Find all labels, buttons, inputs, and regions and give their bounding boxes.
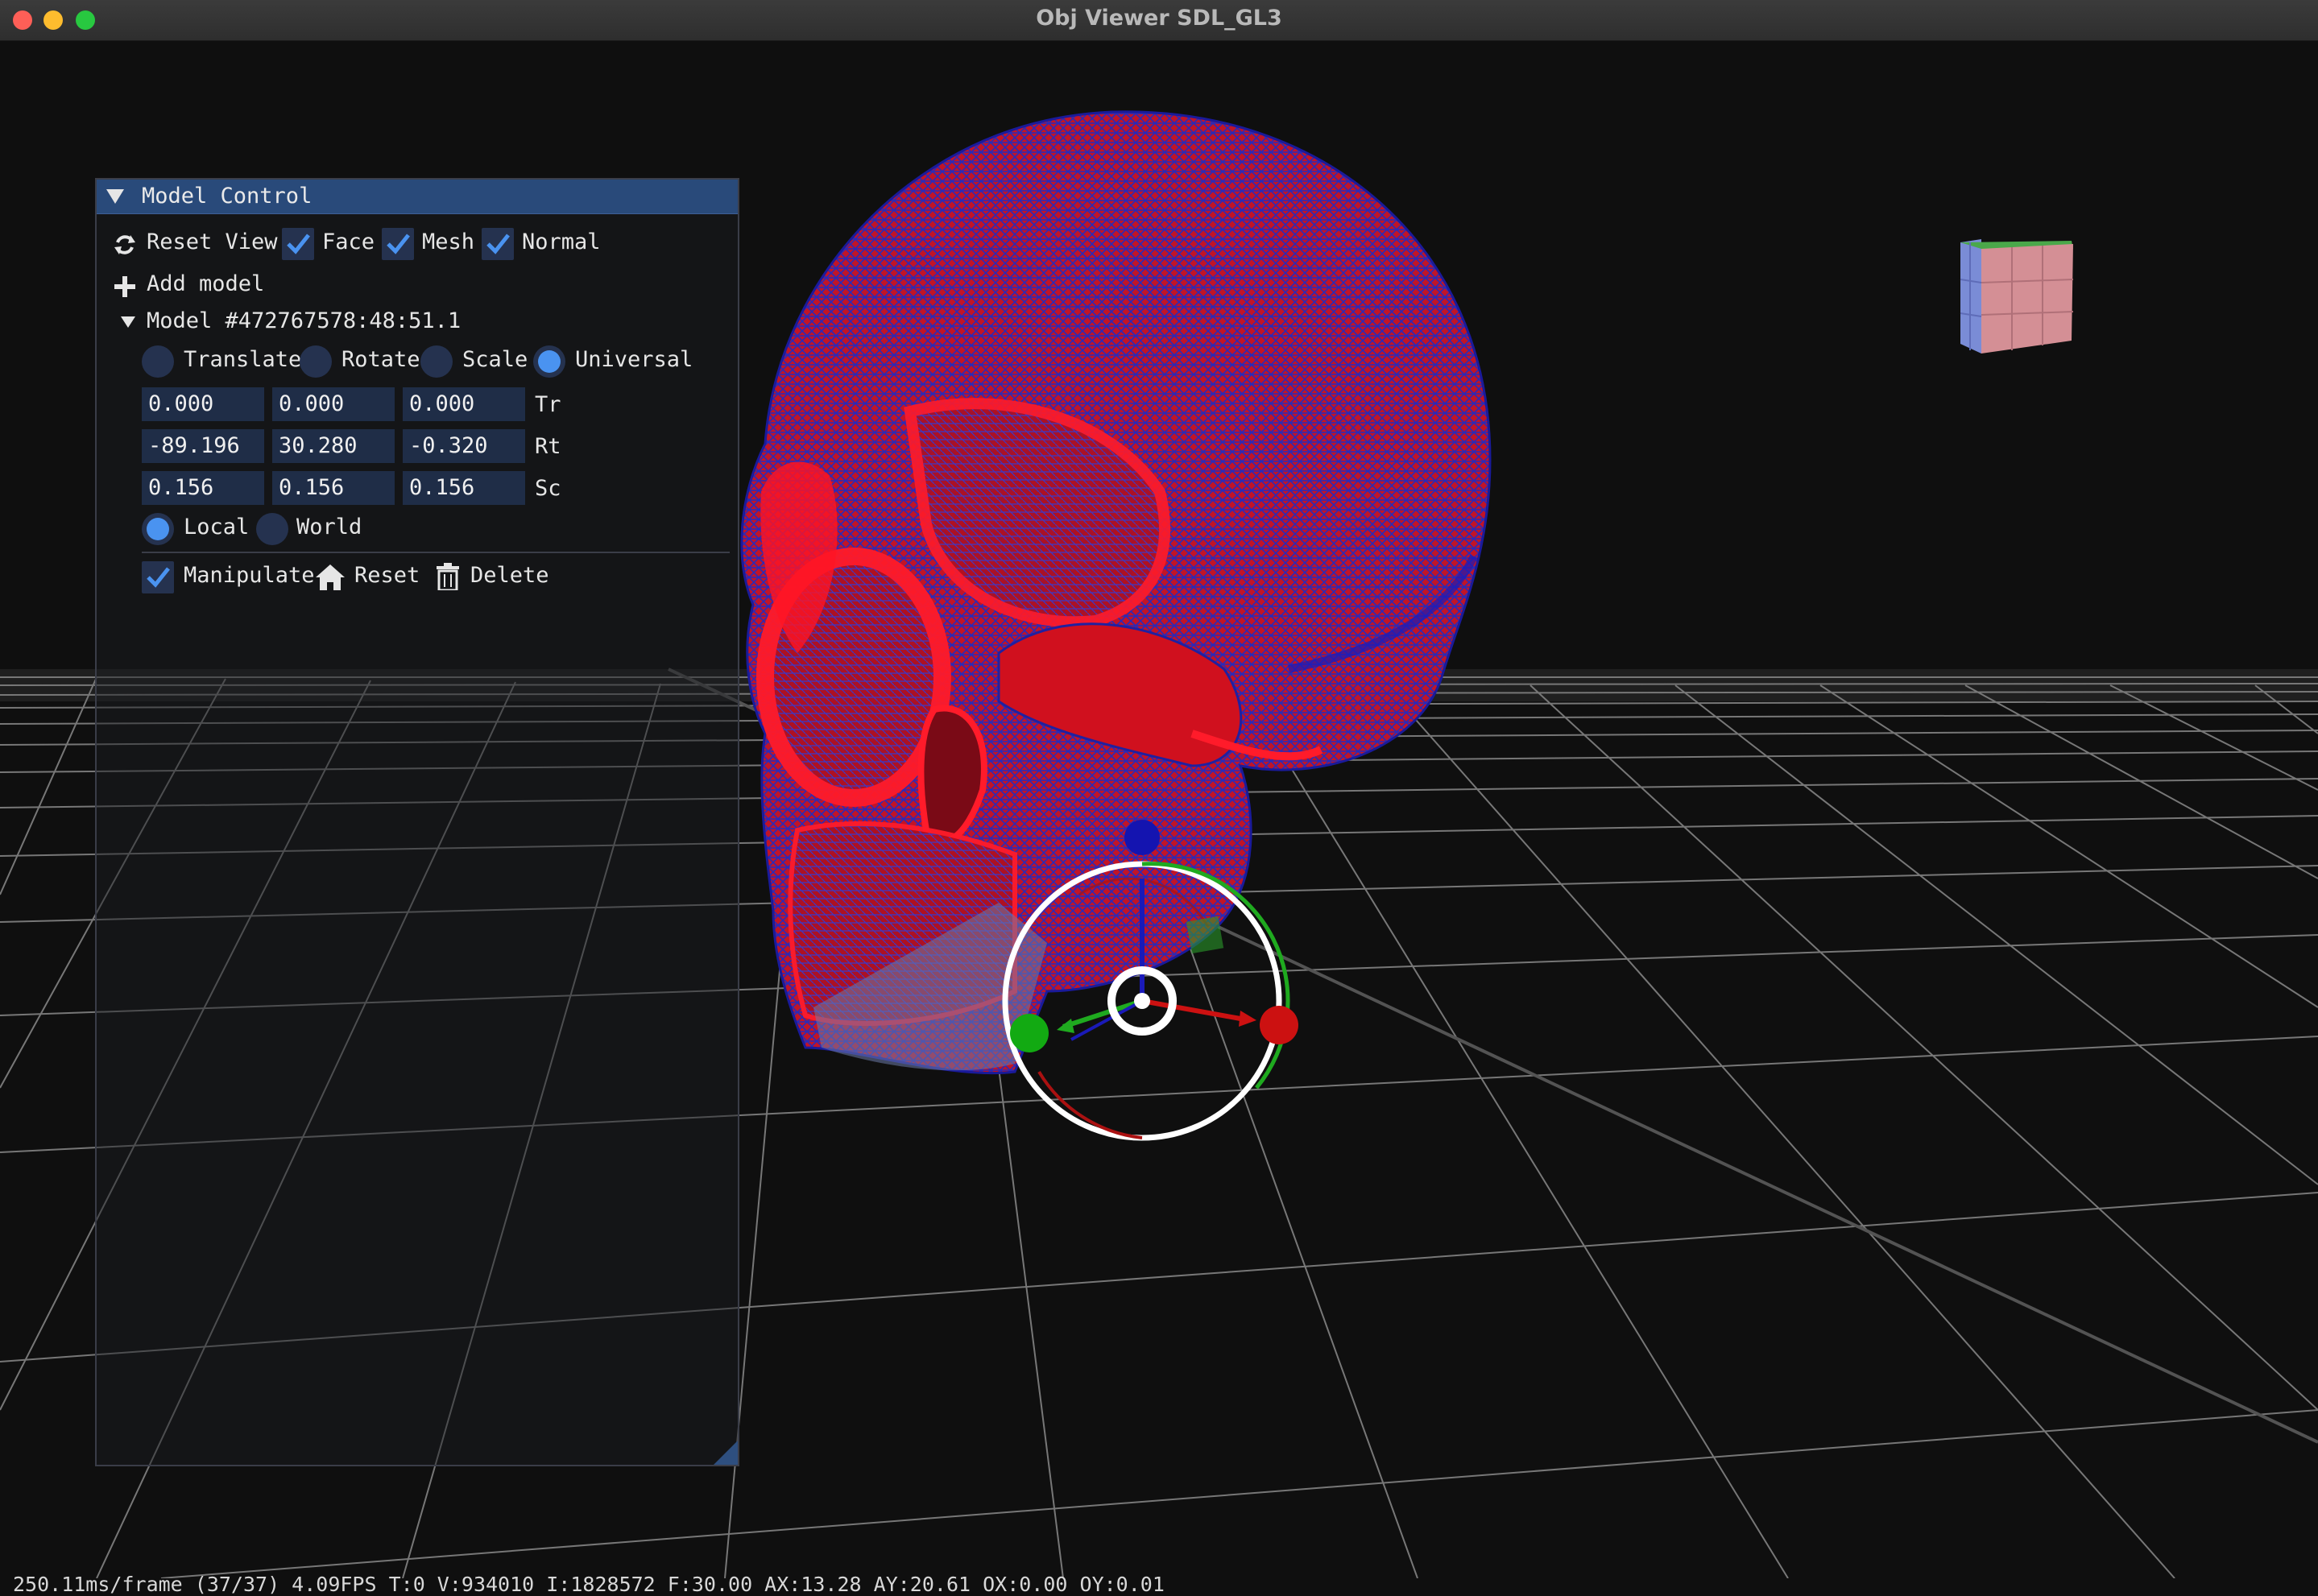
translate-y-field[interactable]: 0.000 xyxy=(272,387,395,421)
rotate-x-field[interactable]: -89.196 xyxy=(142,429,264,463)
tree-expand-icon xyxy=(121,316,135,328)
model-control-panel[interactable]: Model Control Reset View Face Mesh Norma… xyxy=(95,178,739,1466)
mesh-checkbox[interactable] xyxy=(382,228,414,260)
trash-icon xyxy=(437,563,459,590)
refresh-icon xyxy=(114,235,135,254)
model-node-label: Model #472767578:48:51.1 xyxy=(147,308,462,333)
collapse-triangle-icon[interactable] xyxy=(106,189,124,204)
scale-label: Scale xyxy=(462,347,528,372)
3d-viewport[interactable]: Model Control Reset View Face Mesh Norma… xyxy=(0,41,2318,1596)
universal-label: Universal xyxy=(575,347,693,372)
separator xyxy=(142,552,730,553)
panel-title: Model Control xyxy=(142,184,313,209)
face-checkbox[interactable] xyxy=(282,228,314,260)
translate-row-label: Tr xyxy=(535,392,561,417)
normal-label: Normal xyxy=(522,229,601,254)
status-bar: 250.11ms/frame (37/37) 4.09FPS T:0 V:934… xyxy=(13,1573,1165,1596)
translate-radio[interactable] xyxy=(142,345,174,378)
delete-label: Delete xyxy=(470,563,549,588)
face-label: Face xyxy=(322,229,375,254)
window-title: Obj Viewer SDL_GL3 xyxy=(1036,6,1282,31)
rotate-z-field[interactable]: -0.320 xyxy=(403,429,525,463)
home-icon xyxy=(316,564,345,590)
local-radio[interactable] xyxy=(142,513,174,545)
local-label: Local xyxy=(184,515,250,540)
manipulate-label: Manipulate xyxy=(184,563,315,588)
rotate-label: Rotate xyxy=(341,347,420,372)
normal-checkbox[interactable] xyxy=(482,228,514,260)
reset-view-label: Reset View xyxy=(147,229,278,254)
checkmark-icon xyxy=(486,234,510,254)
manipulate-checkbox[interactable] xyxy=(142,561,174,593)
world-label: World xyxy=(296,515,362,540)
scale-row-label: Sc xyxy=(535,476,561,501)
translate-z-field[interactable]: 0.000 xyxy=(403,387,525,421)
rotate-radio[interactable] xyxy=(300,345,332,378)
checkmark-icon xyxy=(147,567,170,588)
title-bar: Obj Viewer SDL_GL3 xyxy=(0,0,2318,41)
plus-icon xyxy=(114,276,135,297)
add-model-label: Add model xyxy=(147,271,265,296)
world-radio[interactable] xyxy=(256,513,288,545)
rotate-y-field[interactable]: 30.280 xyxy=(272,429,395,463)
scale-radio[interactable] xyxy=(420,345,453,378)
view-cube-icon[interactable] xyxy=(1960,239,2074,354)
checkmark-icon xyxy=(287,234,310,254)
translate-x-field[interactable]: 0.000 xyxy=(142,387,264,421)
reset-label: Reset xyxy=(354,563,420,588)
panel-header[interactable]: Model Control xyxy=(97,180,738,214)
universal-radio[interactable] xyxy=(533,345,565,378)
translate-label: Translate xyxy=(184,347,302,372)
resize-grip[interactable] xyxy=(714,1441,738,1465)
mesh-label: Mesh xyxy=(422,229,475,254)
scale-y-field[interactable]: 0.156 xyxy=(272,471,395,505)
scale-z-field[interactable]: 0.156 xyxy=(403,471,525,505)
checkmark-icon xyxy=(387,234,410,254)
scale-x-field[interactable]: 0.156 xyxy=(142,471,264,505)
rotate-row-label: Rt xyxy=(535,434,561,459)
skull-model[interactable] xyxy=(740,110,1492,1075)
